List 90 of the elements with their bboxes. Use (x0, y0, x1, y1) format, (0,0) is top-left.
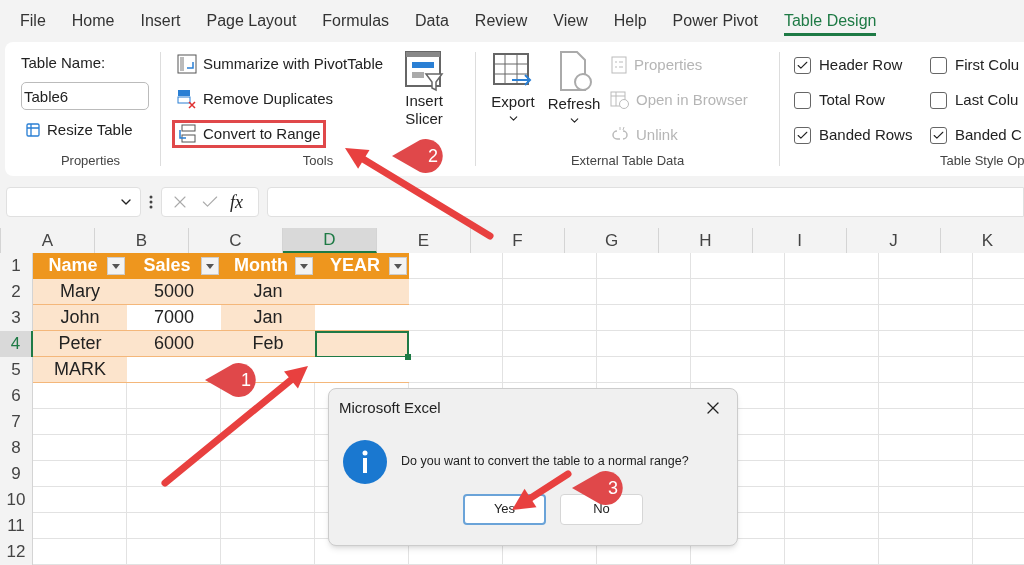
filter-dropdown-button[interactable] (107, 257, 125, 275)
table-name-field[interactable]: Table6 (21, 82, 149, 110)
row-header[interactable]: 4 (0, 331, 33, 357)
properties-icon (610, 56, 628, 74)
export-button[interactable]: Export (488, 50, 538, 148)
checkbox-label: Banded Rows (819, 124, 913, 145)
checkbox[interactable] (930, 91, 947, 109)
column-header[interactable]: F (471, 228, 565, 253)
table-header-cell: YEAR (315, 253, 409, 279)
table-cell: 5000 (127, 279, 221, 305)
checkbox-label: Banded C (955, 124, 1022, 145)
row-header[interactable]: 10 (0, 487, 33, 513)
ribbon-tab[interactable]: View (553, 6, 588, 36)
table-header-cell: Sales (127, 253, 221, 279)
table-cell: MARK (33, 357, 127, 383)
filter-dropdown-button[interactable] (295, 257, 313, 275)
group-label: Table Style Op (940, 151, 1024, 170)
row-header[interactable]: 1 (0, 253, 33, 279)
filter-dropdown-button[interactable] (201, 257, 219, 275)
triangle-down-icon (206, 263, 214, 269)
ribbon-tab[interactable]: Table Design (783, 6, 877, 36)
row-header[interactable]: 5 (0, 357, 33, 383)
row-header[interactable]: 7 (0, 409, 33, 435)
ribbon-command[interactable]: Remove Duplicates (172, 85, 339, 113)
table-globe-icon (610, 91, 630, 109)
checkbox-label: Last Colu (955, 89, 1019, 110)
dialog-title: Microsoft Excel (339, 398, 441, 418)
column-header[interactable]: G (565, 228, 659, 253)
convert-range-icon (177, 124, 197, 144)
checkbox[interactable] (794, 126, 811, 144)
fill-handle[interactable] (405, 354, 411, 360)
column-header[interactable]: I (753, 228, 847, 253)
row-header[interactable]: 8 (0, 435, 33, 461)
group-label: Properties (60, 151, 121, 170)
table-cell: Jan (221, 279, 315, 305)
dialog-message: Do you want to convert the table to a normal range? (401, 453, 689, 471)
triangle-down-icon (394, 263, 402, 269)
ribbon-tab[interactable]: Page Layout (206, 6, 297, 36)
ribbon-tab[interactable]: Insert (140, 6, 181, 36)
ribbon-tab[interactable]: Review (474, 6, 528, 36)
ribbon-command[interactable]: Convert to Range (172, 120, 326, 148)
row-header[interactable]: 2 (0, 279, 33, 305)
checkbox[interactable] (930, 56, 947, 74)
table-cell: Feb (221, 331, 315, 357)
group-label: External Table Data (570, 151, 685, 170)
ribbon-tab[interactable]: File (20, 6, 46, 36)
resize-table-button[interactable]: Resize Table (21, 118, 160, 142)
table-header-cell: Month (221, 253, 315, 279)
group-label: Tools (302, 151, 334, 170)
row-header[interactable]: 11 (0, 513, 33, 539)
row-header[interactable]: 9 (0, 461, 33, 487)
triangle-down-icon (112, 263, 120, 269)
table-cell: Jan (221, 305, 315, 331)
column-header[interactable]: D (283, 228, 377, 253)
triangle-down-icon (300, 263, 308, 269)
checkbox[interactable] (930, 126, 947, 144)
table-cell: John (33, 305, 127, 331)
ribbon-tab[interactable]: Data (415, 6, 449, 36)
row-header[interactable]: 6 (0, 383, 33, 409)
ribbon-command[interactable]: Summarize with PivotTable (172, 50, 389, 78)
filter-dropdown-button[interactable] (389, 257, 407, 275)
column-header[interactable]: K (941, 228, 1024, 253)
checkbox-label: Total Row (819, 89, 885, 110)
ribbon-tab[interactable]: Power Pivot (672, 6, 758, 36)
insert-slicer-button[interactable]: Insert Slicer (404, 50, 445, 128)
info-icon (343, 439, 387, 484)
insert-function-button[interactable]: fx (230, 188, 243, 216)
table-header-cell: Name (33, 253, 127, 279)
table-cell: 6000 (127, 331, 221, 357)
table-cell: Peter (33, 331, 127, 357)
column-header[interactable]: J (847, 228, 941, 253)
slicer-icon (404, 50, 445, 92)
formula-input[interactable] (267, 187, 1024, 217)
refresh-button[interactable]: Refresh (546, 50, 602, 148)
checkbox-label: First Colu (955, 54, 1020, 75)
ribbon-tab[interactable]: Formulas (322, 6, 390, 36)
ribbon-tab[interactable]: Home (71, 6, 115, 36)
ribbon-tab[interactable]: Help (613, 6, 647, 36)
resize-table-icon (25, 122, 41, 138)
checkbox[interactable] (794, 91, 811, 109)
table-cell: Mary (33, 279, 127, 305)
checkbox-label: Header Row (819, 54, 903, 75)
checkbox[interactable] (794, 56, 811, 74)
table-name-label: Table Name: (21, 53, 107, 73)
more-icon (149, 195, 153, 209)
row-header[interactable]: 12 (0, 539, 33, 565)
row-header[interactable]: 3 (0, 305, 33, 331)
pivot-table-icon (177, 54, 197, 74)
remove-duplicates-icon (177, 89, 197, 109)
column-header[interactable]: H (659, 228, 753, 253)
